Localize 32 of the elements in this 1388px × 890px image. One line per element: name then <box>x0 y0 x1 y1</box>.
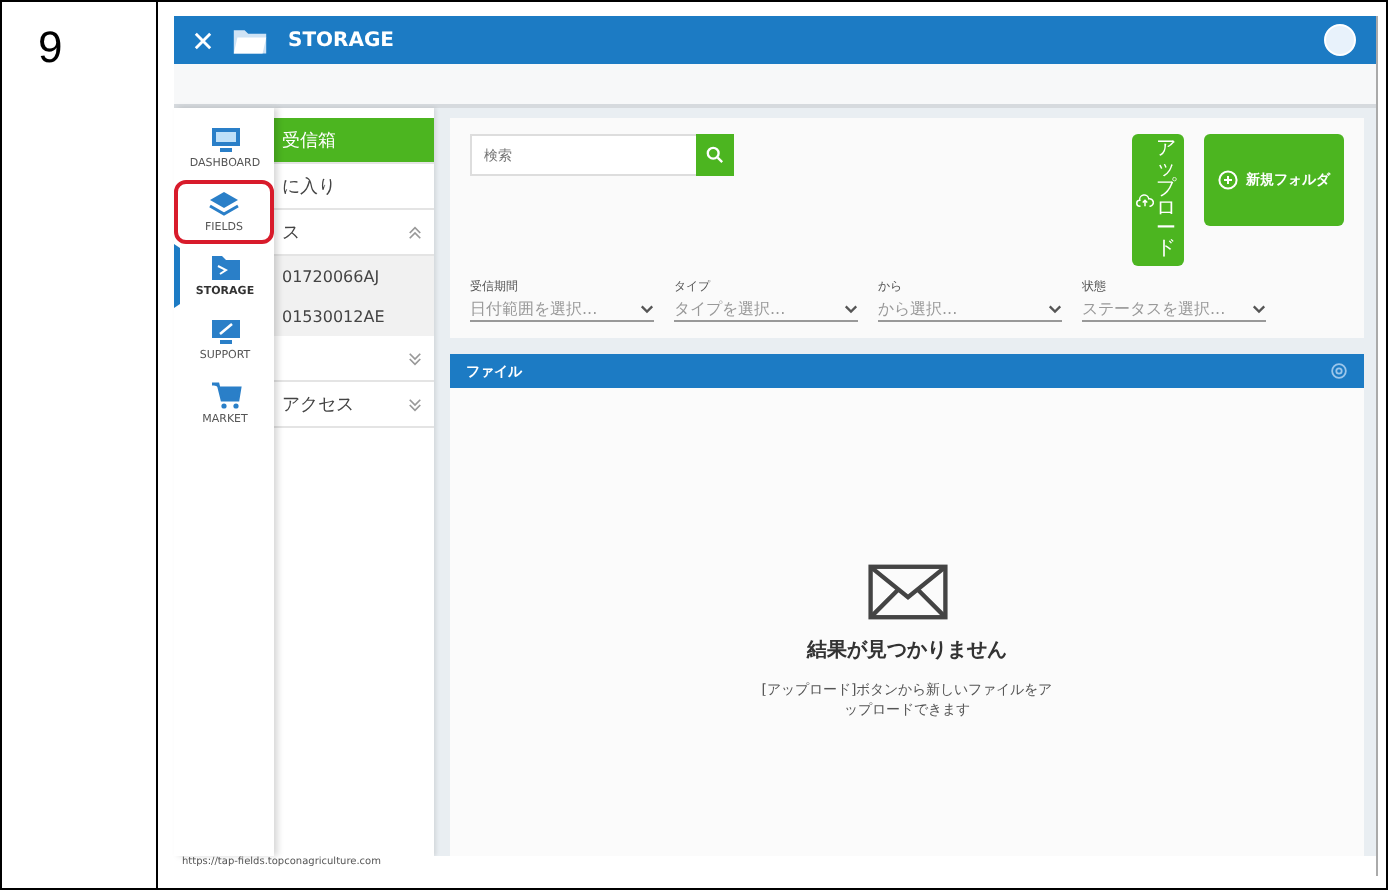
folder-label: ス <box>282 221 302 245</box>
monitor-icon <box>209 126 241 154</box>
chevron-down-icon <box>844 304 858 314</box>
folder-item[interactable]: アクセス <box>274 382 434 428</box>
chevron-down-icon[interactable] <box>408 351 422 365</box>
plus-icon <box>1218 170 1238 190</box>
folder-subitem[interactable]: 01530012AE <box>274 296 434 336</box>
chevron-down-icon <box>1048 304 1062 314</box>
cloud-icon <box>1136 193 1154 207</box>
envelope-icon <box>867 563 947 619</box>
folder-label: アクセス <box>282 393 356 417</box>
folder-label: 受信箱 <box>282 129 338 153</box>
folder-item[interactable]: に入り <box>274 164 434 210</box>
empty-title: 結果が見つかりません <box>807 637 1007 663</box>
folder-subitem[interactable]: 01720066AJ <box>274 256 434 296</box>
step-number: 9 <box>38 22 63 74</box>
chevron-up-icon[interactable] <box>408 225 422 239</box>
avatar-icon[interactable] <box>1324 24 1356 56</box>
search-icon <box>706 146 724 164</box>
settings-icon[interactable] <box>1330 362 1348 380</box>
folder-icon <box>209 254 241 282</box>
chevron-down-icon <box>640 304 654 314</box>
screen-icon <box>209 318 241 346</box>
folder-icon <box>232 25 268 55</box>
close-icon[interactable] <box>194 31 212 49</box>
app-title: STORAGE <box>288 29 395 51</box>
search-button[interactable] <box>696 134 734 176</box>
folder-label: に入り <box>282 175 338 199</box>
cart-icon <box>209 382 241 410</box>
layers-icon <box>208 190 240 218</box>
chevron-down-icon[interactable] <box>408 397 422 411</box>
chevron-down-icon <box>1252 304 1266 314</box>
